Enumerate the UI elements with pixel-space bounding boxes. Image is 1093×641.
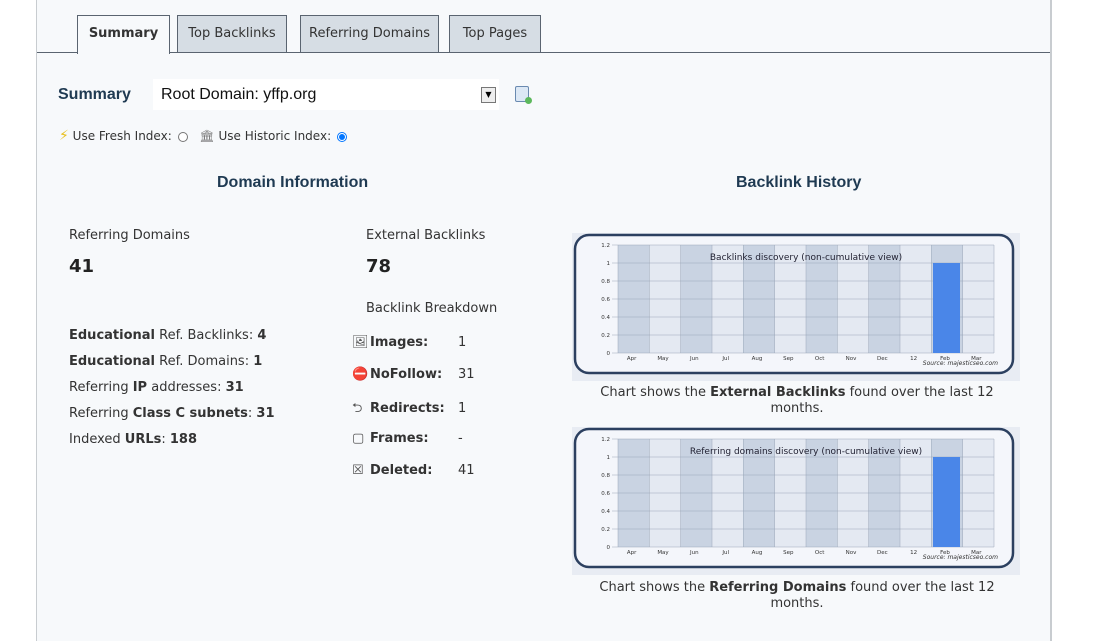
- y-tick-label: 0.4: [601, 509, 610, 515]
- x-tick-label: Aug: [752, 356, 763, 362]
- x-tick-label: May: [657, 356, 669, 362]
- breakdown-row: ▢ Frames: -: [352, 431, 463, 446]
- stat-row: Indexed URLs: 188: [69, 432, 198, 447]
- ref-domains-value: 41: [69, 256, 95, 277]
- backlinks-chart-caption: Chart shows the External Backlinks found…: [600, 385, 994, 416]
- x-tick-label: Apr: [627, 356, 637, 362]
- breakdown-label: Backlink Breakdown: [366, 301, 498, 316]
- historic-index-radio[interactable]: [336, 131, 347, 142]
- chevron-down-icon[interactable]: ▼: [481, 87, 496, 103]
- tab-summary[interactable]: Summary: [77, 15, 170, 54]
- breakdown-row: ⮌ Redirects: 1: [352, 399, 466, 421]
- tab-bar: Summary Top Backlinks Referring Domains …: [37, 15, 1050, 54]
- summary-label: Summary: [58, 86, 131, 103]
- frame-icon: ▢: [352, 431, 365, 446]
- y-tick-label: 0.4: [601, 315, 610, 321]
- y-tick-label: 0.6: [601, 297, 610, 303]
- chart-source: Source: majesticseo.com: [923, 554, 998, 561]
- chart-source: Source: majesticseo.com: [923, 360, 998, 367]
- y-tick-label: 1.2: [601, 243, 610, 249]
- x-tick-label: May: [657, 550, 669, 556]
- chart-title: Referring domains discovery (non-cumulat…: [690, 447, 922, 457]
- ref-domains-label: Referring Domains: [69, 228, 190, 243]
- breakdown-row: 🖼Images: 1: [352, 335, 467, 350]
- x-tick-label: Apr: [627, 550, 637, 556]
- stat-row: Referring Class C subnets: 31: [69, 406, 275, 421]
- x-tick-label: Sep: [783, 550, 794, 556]
- x-tick-label: Dec: [877, 356, 888, 362]
- redirect-icon: ⮌: [352, 401, 363, 416]
- y-tick-label: 0: [607, 545, 611, 551]
- x-tick-label: 12: [910, 356, 917, 362]
- chart-title: Backlinks discovery (non-cumulative view…: [710, 253, 902, 263]
- image-icon: 🖼: [352, 335, 369, 350]
- y-tick-label: 1: [607, 455, 611, 461]
- ext-backlinks-label: External Backlinks: [366, 228, 486, 243]
- stat-row: Referring IP addresses: 31: [69, 380, 244, 395]
- y-tick-label: 0.8: [601, 279, 610, 285]
- y-tick-label: 0: [607, 351, 611, 357]
- backlink-history-title: Backlink History: [736, 174, 862, 191]
- breakdown-row: ☒ Deleted: 41: [352, 463, 475, 478]
- lightning-icon: ⚡: [59, 128, 69, 144]
- ext-backlinks-value: 78: [366, 256, 392, 277]
- tab-referring-domains[interactable]: Referring Domains: [300, 15, 439, 52]
- domain-info-title: Domain Information: [217, 174, 369, 191]
- y-tick-label: 0.2: [601, 527, 610, 533]
- y-tick-label: 1: [607, 261, 611, 267]
- fresh-index-radio[interactable]: [177, 131, 188, 142]
- stat-row: Educational Ref. Domains: 1: [69, 354, 263, 369]
- domains-chart-caption: Chart shows the Referring Domains found …: [599, 580, 995, 611]
- tab-top-backlinks[interactable]: Top Backlinks: [177, 15, 287, 52]
- bank-icon: 🏛: [199, 129, 215, 143]
- y-tick-label: 0.8: [601, 473, 610, 479]
- x-tick-label: Aug: [752, 550, 763, 556]
- export-icon[interactable]: [515, 86, 532, 104]
- tab-top-pages[interactable]: Top Pages: [449, 15, 541, 52]
- domain-select[interactable]: Root Domain: yffp.org ▼: [153, 79, 499, 110]
- x-tick-label: Jun: [689, 356, 699, 362]
- y-tick-label: 1.2: [601, 437, 610, 443]
- nofollow-icon: ⛔: [352, 367, 369, 382]
- x-tick-label: Oct: [815, 356, 825, 362]
- deleted-icon: ☒: [352, 463, 364, 478]
- fresh-index-label: Use Fresh Index:: [72, 129, 172, 143]
- x-tick-label: Sep: [783, 356, 794, 362]
- bar: [933, 457, 960, 547]
- bar: [933, 263, 960, 353]
- domain-select-value: Root Domain: yffp.org: [161, 86, 317, 103]
- domains-chart: 0 0.2 0.4 0.6 0.8 1 1.2 Apr May Jun Jul Aug Sep Oct No…: [572, 427, 1020, 575]
- breakdown-row: ⛔ NoFollow: 31: [352, 367, 475, 382]
- x-tick-label: Jun: [689, 550, 699, 556]
- main-panel: Summary Top Backlinks Referring Domains …: [36, 0, 1052, 641]
- x-tick-label: Jul: [721, 356, 729, 362]
- stat-row: Educational Ref. Backlinks: 4: [69, 328, 267, 343]
- x-tick-label: Nov: [846, 356, 857, 362]
- x-tick-label: Nov: [846, 550, 857, 556]
- x-tick-label: Dec: [877, 550, 888, 556]
- y-tick-label: 0.2: [601, 333, 610, 339]
- historic-index-label: Use Historic Index:: [218, 129, 332, 143]
- backlinks-chart: 0 0.2 0.4 0.6 0.8 1 1.2 Apr May Jun Jul Aug Sep Oct No…: [572, 233, 1020, 381]
- index-options: ⚡ Use Fresh Index: 🏛 Use Historic Index:: [59, 128, 347, 144]
- x-tick-label: 12: [910, 550, 917, 556]
- y-tick-label: 0.6: [601, 491, 610, 497]
- x-tick-label: Jul: [721, 550, 729, 556]
- x-tick-label: Oct: [815, 550, 825, 556]
